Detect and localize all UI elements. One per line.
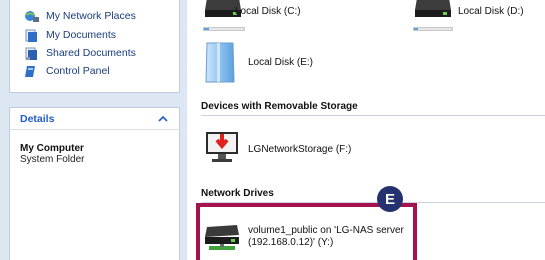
hard-drive-icon <box>413 0 453 23</box>
place-item-shared-documents[interactable]: Shared Documents <box>24 46 136 60</box>
place-item-control-panel[interactable]: Control Panel <box>24 64 110 78</box>
chevron-up-icon[interactable] <box>157 113 169 125</box>
place-item-label: My Network Places <box>46 10 136 22</box>
section-divider <box>201 115 545 116</box>
documents-folder-icon <box>24 29 39 42</box>
removable-storage-icon <box>205 128 239 169</box>
drive-label: Local Disk (E:) <box>248 57 314 68</box>
place-item-label: Shared Documents <box>46 47 136 59</box>
capacity-bar <box>413 27 453 31</box>
place-item-my-documents[interactable]: My Documents <box>24 28 116 42</box>
network-places-icon <box>24 10 39 23</box>
control-panel-icon <box>24 65 39 78</box>
drive-label: LGNetworkStorage (F:) <box>248 144 352 155</box>
section-heading-network: Network Drives <box>201 188 274 199</box>
drives-pane: Local Disk (C:) Local Disk (D:) Local Di… <box>187 0 545 260</box>
details-header[interactable]: Details <box>10 108 179 130</box>
drive-local-disk-e[interactable]: Local Disk (E:) <box>201 40 361 88</box>
place-item-network-places[interactable]: My Network Places <box>24 9 136 23</box>
capacity-bar <box>203 27 245 31</box>
details-subtitle: System Folder <box>20 154 85 165</box>
capacity-fill <box>204 28 209 30</box>
other-places-box: My Network Places My Documents Shared Do… <box>9 0 180 93</box>
callout-badge: E <box>377 186 403 212</box>
capacity-fill <box>414 28 418 30</box>
shared-folder-icon <box>24 47 39 60</box>
section-heading-removable: Devices with Removable Storage <box>201 101 358 112</box>
drive-lg-network-storage[interactable]: LGNetworkStorage (F:) <box>201 128 401 168</box>
drive-local-disk-d[interactable]: Local Disk (D:) <box>413 0 545 36</box>
drive-label: Local Disk (C:) <box>235 6 301 17</box>
details-title: My Computer <box>20 143 84 154</box>
task-pane: My Network Places My Documents Shared Do… <box>0 0 187 260</box>
drive-local-disk-c[interactable]: Local Disk (C:) <box>201 0 361 36</box>
details-header-label: Details <box>20 112 55 125</box>
details-box: Details My Computer System Folder <box>9 107 180 260</box>
place-item-label: Control Panel <box>46 65 110 77</box>
callout-highlight-frame <box>196 203 417 260</box>
place-item-label: My Documents <box>46 29 117 41</box>
drive-label: Local Disk (D:) <box>458 6 524 17</box>
blank-disk-icon <box>203 40 237 89</box>
